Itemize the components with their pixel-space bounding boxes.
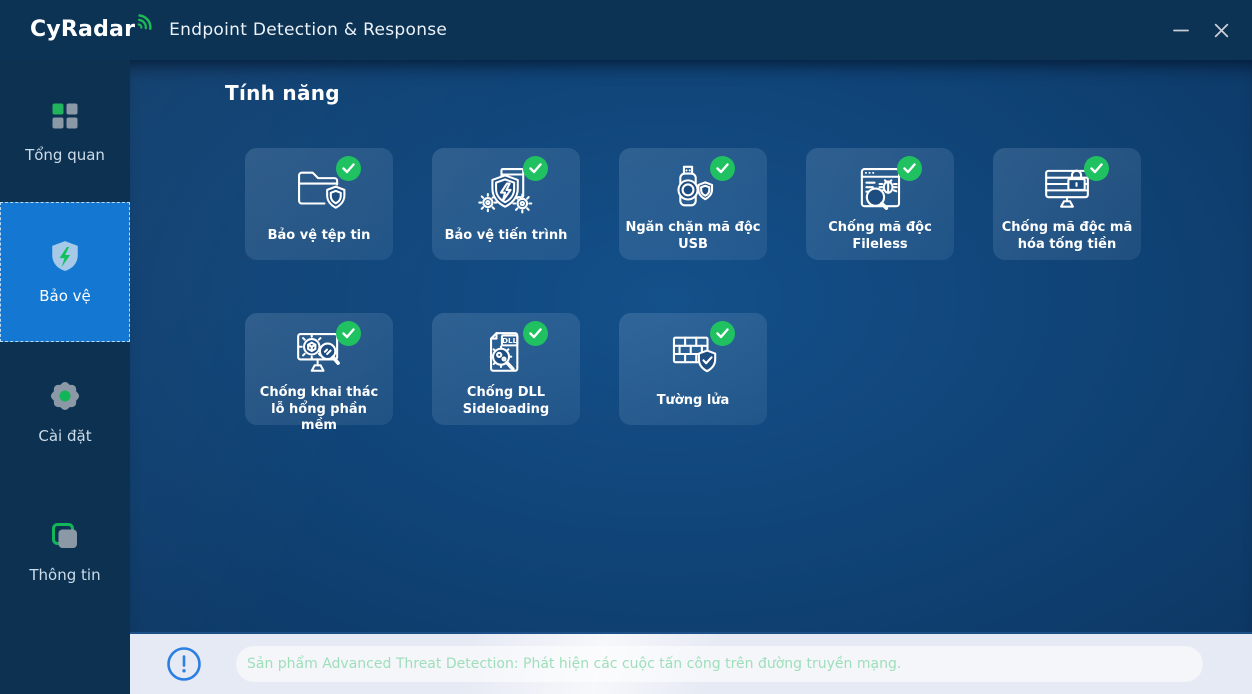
check-badge-icon xyxy=(336,156,361,181)
check-badge-icon xyxy=(710,156,735,181)
feature-grid: Bảo vệ tệp tin xyxy=(245,148,1141,425)
feature-card-firewall[interactable]: Tường lửa xyxy=(619,313,767,425)
close-icon xyxy=(1213,22,1230,39)
svg-text:DLL: DLL xyxy=(502,336,518,345)
check-badge-icon xyxy=(710,321,735,346)
minimize-button[interactable] xyxy=(1168,17,1194,43)
feature-label: Chống mã độc Fileless xyxy=(806,218,954,261)
status-bar: Sản phẩm Advanced Threat Detection: Phát… xyxy=(130,632,1252,694)
shield-bolt-icon xyxy=(48,239,82,273)
sidebar-item-overview[interactable]: Tổng quan xyxy=(0,62,130,202)
app-window: CyRadar Endpoint Detection & Response xyxy=(0,0,1252,694)
window-controls xyxy=(1168,17,1234,43)
sidebar-item-label: Tổng quan xyxy=(25,146,105,164)
page-title: Tính năng xyxy=(225,81,340,105)
feature-card-ransomware-protection[interactable]: Chống mã độc mã hóa tống tiền xyxy=(993,148,1141,260)
main-content: Tính năng Bảo vệ tệp tin xyxy=(130,60,1252,632)
sidebar-item-label: Bảo vệ xyxy=(39,287,91,305)
info-squares-icon xyxy=(49,520,81,552)
check-badge-icon xyxy=(523,156,548,181)
feature-label: Bảo vệ tiến trình xyxy=(439,218,574,260)
sidebar-item-label: Thông tin xyxy=(29,566,100,584)
check-badge-icon xyxy=(523,321,548,346)
app-logo: CyRadar xyxy=(30,15,153,45)
sidebar-item-info[interactable]: Thông tin xyxy=(0,482,130,622)
feature-label: Tường lửa xyxy=(651,383,736,425)
title-bar: CyRadar Endpoint Detection & Response xyxy=(0,0,1252,60)
feature-card-process-protection[interactable]: Bảo vệ tiến trình xyxy=(432,148,580,260)
check-badge-icon xyxy=(1084,156,1109,181)
feature-label: Bảo vệ tệp tin xyxy=(262,218,377,260)
feature-card-fileless-malware[interactable]: Chống mã độc Fileless xyxy=(806,148,954,260)
app-title: Endpoint Detection & Response xyxy=(169,20,447,40)
feature-label: Chống mã độc mã hóa tống tiền xyxy=(993,218,1141,261)
feature-card-dll-sideloading[interactable]: DLL Chống DLL Sideloading xyxy=(432,313,580,425)
alert-circle-icon xyxy=(166,646,202,682)
check-badge-icon xyxy=(336,321,361,346)
sidebar-item-label: Cài đặt xyxy=(38,427,91,445)
feature-label: Chống DLL Sideloading xyxy=(432,383,580,426)
logo-text: CyRadar xyxy=(30,15,135,45)
notification-pill: Sản phẩm Advanced Threat Detection: Phát… xyxy=(236,646,1203,682)
feature-card-exploit-protection[interactable]: Chống khai thác lỗ hổng phần mềm xyxy=(245,313,393,425)
grid-icon xyxy=(49,100,81,132)
feature-card-file-protection[interactable]: Bảo vệ tệp tin xyxy=(245,148,393,260)
check-badge-icon xyxy=(897,156,922,181)
minimize-icon xyxy=(1172,21,1190,39)
sidebar: Tổng quan Bảo vệ Cài đặt Thông tin xyxy=(0,60,130,694)
feature-card-usb-malware-block[interactable]: Ngăn chặn mã độc USB xyxy=(619,148,767,260)
sidebar-item-protection[interactable]: Bảo vệ xyxy=(0,202,130,342)
status-message: Sản phẩm Advanced Threat Detection: Phát… xyxy=(247,656,901,672)
gear-icon xyxy=(48,379,82,413)
feature-label: Chống khai thác lỗ hổng phần mềm xyxy=(245,383,393,443)
radar-waves-icon xyxy=(135,12,154,31)
close-button[interactable] xyxy=(1208,17,1234,43)
sidebar-item-settings[interactable]: Cài đặt xyxy=(0,342,130,482)
feature-label: Ngăn chặn mã độc USB xyxy=(619,218,767,261)
